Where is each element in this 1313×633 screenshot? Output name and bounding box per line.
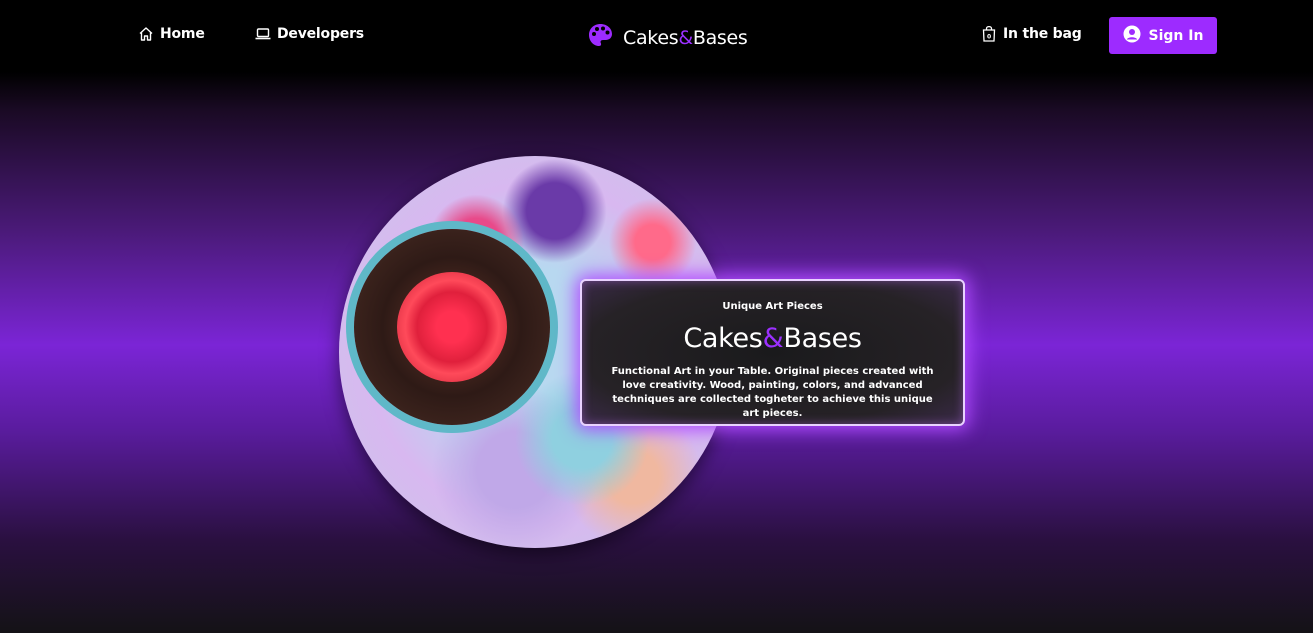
home-label: Home <box>160 26 205 42</box>
developers-label: Developers <box>277 26 364 42</box>
developers-link[interactable]: Developers <box>255 26 364 42</box>
in-the-bag-label: In the bag <box>1003 25 1082 42</box>
palette-icon <box>588 23 613 52</box>
hero-title: Cakes&Bases <box>683 323 862 354</box>
red-flower-decoration <box>397 272 507 382</box>
laptop-icon <box>255 27 271 41</box>
brand-name: Cakes&Bases <box>623 26 748 49</box>
sign-in-label: Sign In <box>1148 27 1204 44</box>
hero-kicker: Unique Art Pieces <box>722 301 823 312</box>
user-circle-icon <box>1123 25 1141 47</box>
home-icon <box>138 26 154 42</box>
svg-text:0: 0 <box>987 33 991 40</box>
brand-logo[interactable]: Cakes&Bases <box>588 23 748 52</box>
in-the-bag-link[interactable]: 0 In the bag <box>981 25 1082 42</box>
shopping-bag-icon: 0 <box>981 25 997 42</box>
hero-card: Unique Art Pieces Cakes&Bases Functional… <box>580 279 965 426</box>
hero-description: Functional Art in your Table. Original p… <box>611 366 934 419</box>
home-link[interactable]: Home <box>138 26 205 42</box>
sign-in-button[interactable]: Sign In <box>1109 17 1217 54</box>
